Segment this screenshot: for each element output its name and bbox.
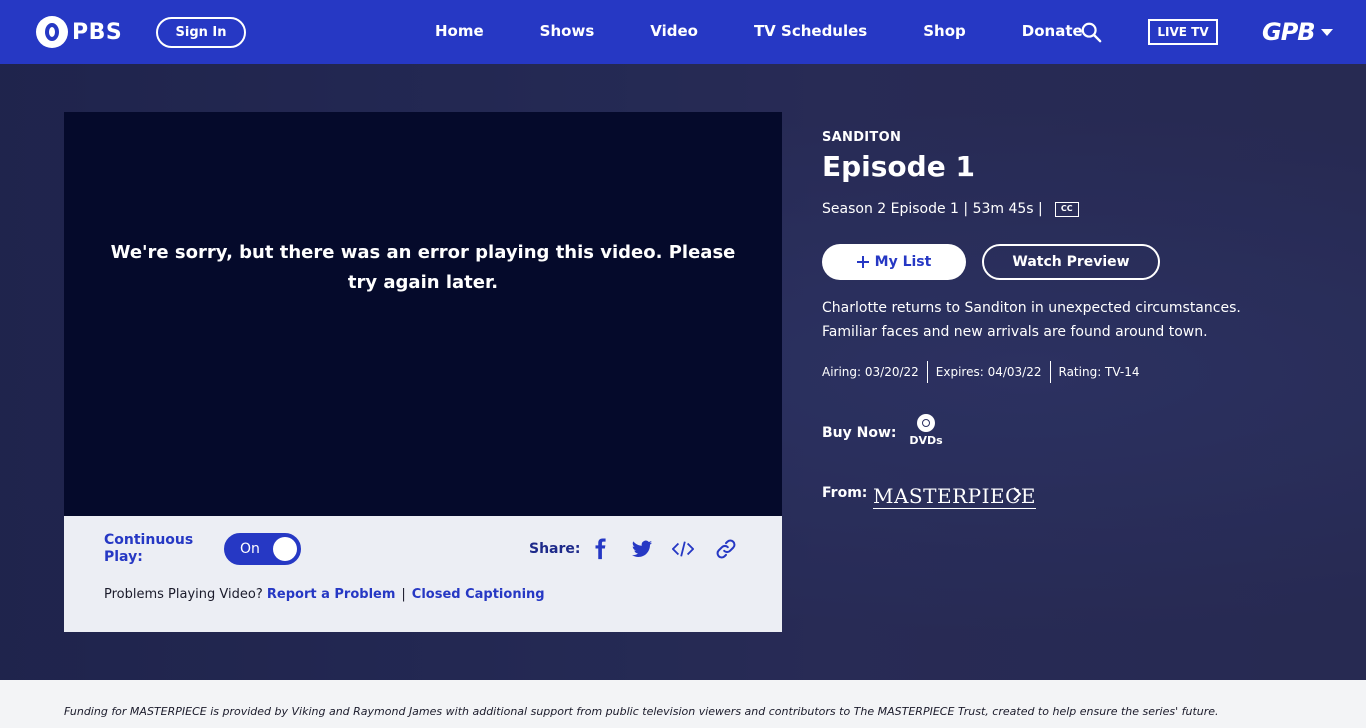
embed-icon[interactable] xyxy=(672,538,694,560)
closed-captioning-link[interactable]: Closed Captioning xyxy=(412,587,545,602)
sign-in-button[interactable]: Sign In xyxy=(156,17,246,48)
problems-row: Problems Playing Video? Report a Problem… xyxy=(104,587,545,602)
funding-text: Funding for MASTERPIECE is provided by V… xyxy=(64,705,1219,718)
link-separator: | xyxy=(401,587,406,602)
rating: Rating: TV-14 xyxy=(1049,361,1148,383)
watch-preview-button[interactable]: Watch Preview xyxy=(982,244,1160,280)
nav-link-tv-schedules[interactable]: TV Schedules xyxy=(754,22,867,40)
report-problem-link[interactable]: Report a Problem xyxy=(267,587,396,602)
episode-meta-text: Season 2 Episode 1 | 53m 45s | xyxy=(822,201,1043,217)
pbs-head-icon xyxy=(36,16,68,48)
pbs-logo-text: PBS xyxy=(72,19,123,45)
video-error-message: We're sorry, but there was an error play… xyxy=(110,242,736,293)
nav-link-shop[interactable]: Shop xyxy=(923,22,966,40)
episode-dates: Airing: 03/20/22 Expires: 04/03/22 Ratin… xyxy=(822,361,1147,383)
expires-date: Expires: 04/03/22 xyxy=(926,361,1050,383)
player-controls: Continuous Play: On Share: Problems Play… xyxy=(64,516,782,632)
dvds-label: DVDs xyxy=(909,434,943,447)
video-player[interactable]: We're sorry, but there was an error play… xyxy=(64,112,782,516)
nav-link-video[interactable]: Video xyxy=(650,22,698,40)
problems-prefix: Problems Playing Video? xyxy=(104,587,263,602)
facebook-icon[interactable] xyxy=(590,538,612,560)
continuous-play-toggle[interactable]: On xyxy=(224,533,301,565)
live-tv-button[interactable]: LIVE TV xyxy=(1148,19,1218,45)
show-name[interactable]: SANDITON xyxy=(822,130,901,145)
share-label: Share: xyxy=(529,541,581,557)
caret-down-icon xyxy=(1320,28,1333,36)
nav-links: Home Shows Video TV Schedules Shop Donat… xyxy=(435,22,1139,40)
search-icon[interactable] xyxy=(1080,21,1102,43)
cc-icon: CC xyxy=(1054,201,1079,217)
airing-date: Airing: 03/20/22 xyxy=(822,365,919,379)
episode-title: Episode 1 xyxy=(822,150,975,183)
toggle-state-label: On xyxy=(240,541,260,557)
my-list-label: My List xyxy=(874,254,932,270)
twitter-icon[interactable] xyxy=(631,538,653,560)
funding-banner: Funding for MASTERPIECE is provided by V… xyxy=(0,680,1366,728)
pbs-logo[interactable]: PBS xyxy=(36,16,122,48)
chevron-right-icon[interactable] xyxy=(1010,487,1024,501)
buy-now-label: Buy Now: xyxy=(822,425,897,441)
nav-link-donate[interactable]: Donate xyxy=(1022,22,1083,40)
from-label: From: xyxy=(822,485,868,501)
nav-link-home[interactable]: Home xyxy=(435,22,484,40)
episode-description: Charlotte returns to Sanditon in unexpec… xyxy=(822,300,1241,340)
link-icon[interactable] xyxy=(715,538,737,560)
station-selector[interactable]: GPB xyxy=(1262,18,1333,46)
station-logo: GPB xyxy=(1262,18,1316,46)
episode-meta: Season 2 Episode 1 | 53m 45s | CC xyxy=(822,201,1079,217)
toggle-knob xyxy=(273,537,297,561)
dvds-link[interactable]: DVDs xyxy=(906,414,946,447)
my-list-button[interactable]: My List xyxy=(822,244,966,280)
dvd-icon xyxy=(917,414,935,432)
top-nav: PBS Sign In Home Shows Video TV Schedule… xyxy=(0,0,1366,64)
plus-icon xyxy=(856,256,869,268)
continuous-play-label: Continuous Play: xyxy=(104,532,194,565)
nav-link-shows[interactable]: Shows xyxy=(540,22,595,40)
